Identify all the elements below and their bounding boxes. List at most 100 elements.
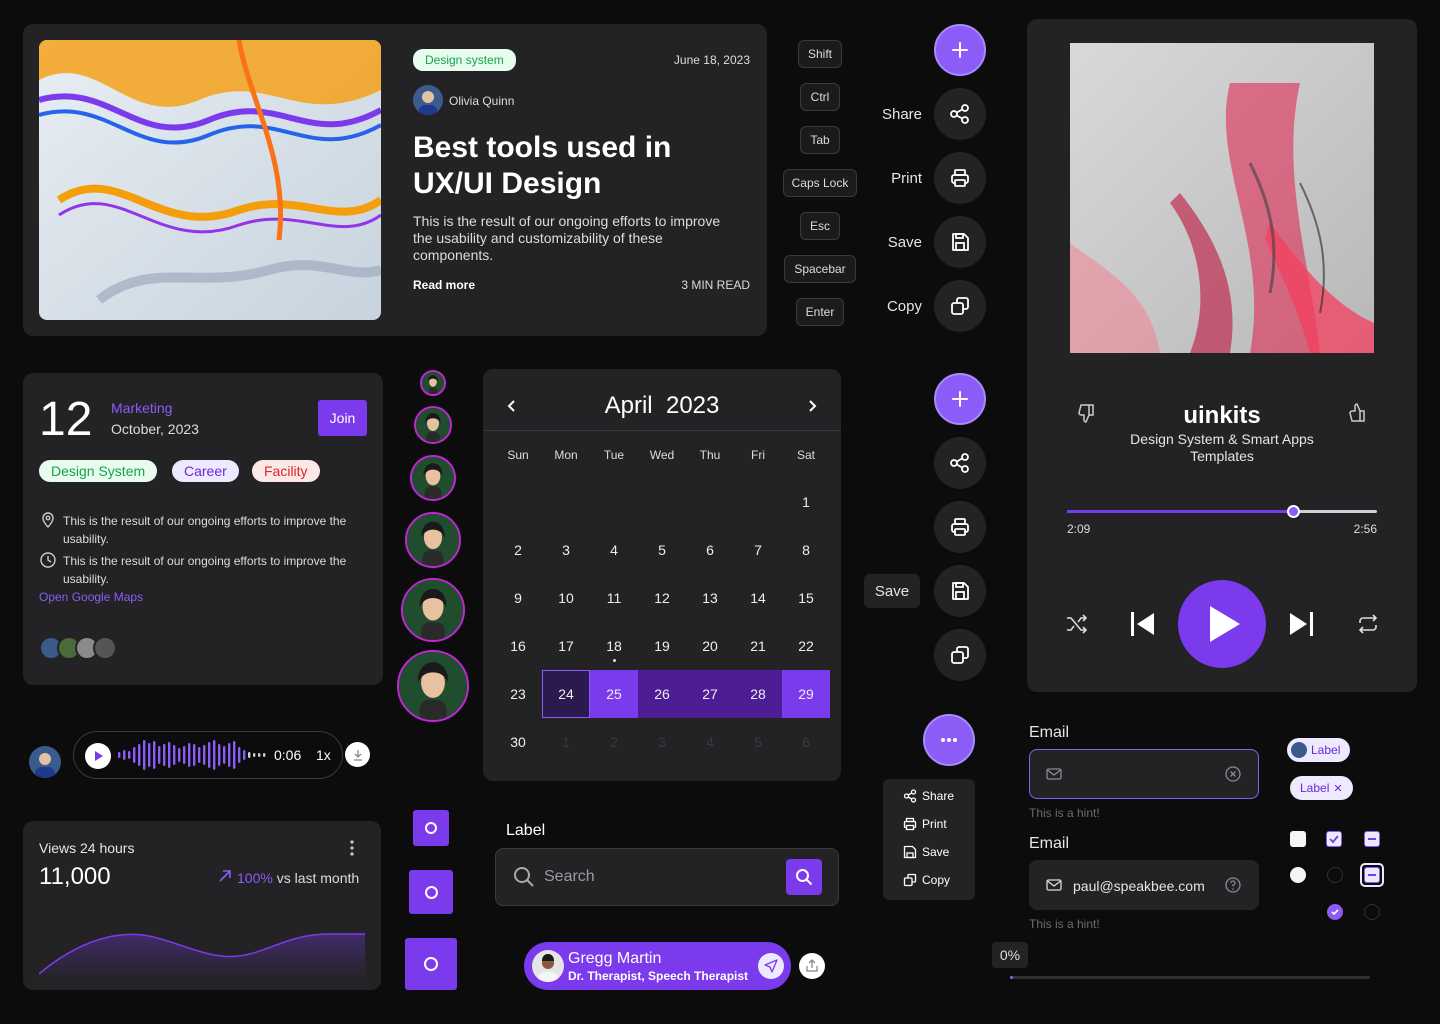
key-esc[interactable]: Esc: [800, 212, 840, 240]
icon-button-sm[interactable]: [413, 810, 449, 846]
tag-design-system[interactable]: Design System: [39, 460, 158, 482]
dislike-button[interactable]: [1076, 402, 1098, 424]
search-submit-button[interactable]: [786, 859, 822, 895]
calendar-day[interactable]: 25: [590, 670, 638, 718]
audio-waveform[interactable]: [118, 738, 268, 772]
calendar-day-next-month: 6: [802, 734, 810, 750]
avatar-md[interactable]: [410, 455, 456, 501]
calendar-day[interactable]: 12: [638, 574, 686, 622]
calendar-day[interactable]: 20: [686, 622, 734, 670]
share-button-2[interactable]: [934, 437, 986, 489]
calendar-day[interactable]: 18: [590, 622, 638, 670]
radio-unchecked[interactable]: [1290, 867, 1306, 883]
calendar-day-range-end[interactable]: 29: [782, 670, 830, 718]
calendar-day[interactable]: 14: [734, 574, 782, 622]
tag-career[interactable]: Career: [172, 460, 239, 482]
audio-download-button[interactable]: [345, 742, 370, 767]
checkbox-unchecked[interactable]: [1290, 831, 1306, 847]
key-enter[interactable]: Enter: [796, 298, 844, 326]
search-input[interactable]: Search: [544, 868, 595, 886]
calendar-day[interactable]: 17: [542, 622, 590, 670]
audio-speed[interactable]: 1x: [316, 747, 331, 763]
views-menu-button[interactable]: [346, 838, 358, 858]
save-button-2[interactable]: [934, 565, 986, 617]
calendar-day[interactable]: 13: [686, 574, 734, 622]
shuffle-button[interactable]: [1065, 612, 1089, 636]
key-spacebar[interactable]: Spacebar: [784, 255, 856, 283]
calendar-day[interactable]: 16: [494, 622, 542, 670]
calendar-day[interactable]: 9: [494, 574, 542, 622]
calendar-day[interactable]: 23: [494, 670, 542, 718]
audio-play-button[interactable]: [85, 743, 111, 769]
calendar-day[interactable]: 8: [782, 526, 830, 574]
more-button[interactable]: [923, 714, 975, 766]
print-button-2[interactable]: [934, 501, 986, 553]
help-icon[interactable]: [1224, 876, 1242, 894]
key-caps-lock[interactable]: Caps Lock: [783, 169, 857, 197]
avatar-xl[interactable]: [401, 578, 465, 642]
repeat-button[interactable]: [1356, 612, 1380, 636]
checkbox-indeterminate-focused[interactable]: [1360, 863, 1384, 887]
print-button[interactable]: [934, 152, 986, 204]
calendar-day[interactable]: 5: [638, 526, 686, 574]
calendar-day[interactable]: 15: [782, 574, 830, 622]
calendar-day[interactable]: 7: [734, 526, 782, 574]
calendar-day[interactable]: 11: [590, 574, 638, 622]
calendar-day[interactable]: 1: [782, 478, 830, 526]
open-maps-link[interactable]: Open Google Maps: [39, 590, 143, 604]
calendar-day[interactable]: 26: [638, 670, 686, 718]
copy-button[interactable]: [934, 280, 986, 332]
checkbox-indeterminate[interactable]: [1364, 831, 1380, 847]
calendar-day-range-start[interactable]: 24: [542, 670, 590, 718]
calendar-day[interactable]: 10: [542, 574, 590, 622]
calendar-next-button[interactable]: [805, 398, 819, 414]
blog-cover-image[interactable]: [39, 40, 381, 320]
calendar-day[interactable]: 19: [638, 622, 686, 670]
copy-button-2[interactable]: [934, 629, 986, 681]
add-button[interactable]: [934, 24, 986, 76]
save-button[interactable]: [934, 216, 986, 268]
calendar-day[interactable]: 6: [686, 526, 734, 574]
avatar-sm[interactable]: [414, 406, 452, 444]
key-ctrl[interactable]: Ctrl: [800, 83, 840, 111]
label-chip-avatar[interactable]: Label: [1287, 738, 1351, 762]
calendar-day[interactable]: 2: [494, 526, 542, 574]
contact-send-button[interactable]: [758, 953, 784, 979]
menu-item-print[interactable]: Print: [903, 817, 947, 831]
checkbox-checked[interactable]: [1326, 831, 1342, 847]
play-button[interactable]: [1178, 580, 1266, 668]
calendar-day[interactable]: 3: [542, 526, 590, 574]
radio-checked[interactable]: [1327, 904, 1343, 920]
menu-item-save[interactable]: Save: [903, 845, 949, 859]
key-shift[interactable]: Shift: [798, 40, 842, 68]
clear-input-button[interactable]: [1224, 765, 1242, 783]
calendar-day[interactable]: 4: [590, 526, 638, 574]
like-button[interactable]: [1347, 402, 1369, 424]
waveform-bar: [148, 743, 151, 767]
calendar-day[interactable]: 21: [734, 622, 782, 670]
calendar-day[interactable]: 27: [686, 670, 734, 718]
read-more-link[interactable]: Read more: [413, 278, 475, 292]
tag-facility[interactable]: Facility: [252, 460, 320, 482]
calendar-day[interactable]: 22: [782, 622, 830, 670]
previous-button[interactable]: [1128, 609, 1158, 639]
add-button-2[interactable]: [934, 373, 986, 425]
join-button[interactable]: Join: [318, 400, 367, 436]
menu-item-share[interactable]: Share: [903, 789, 954, 803]
key-tab[interactable]: Tab: [800, 126, 840, 154]
icon-button-md[interactable]: [409, 870, 453, 914]
contact-share-button[interactable]: [799, 953, 825, 979]
radio-disabled[interactable]: [1327, 867, 1343, 883]
share-button[interactable]: [934, 88, 986, 140]
avatar-xs[interactable]: [420, 370, 446, 396]
icon-button-lg[interactable]: [405, 938, 457, 990]
calendar-day[interactable]: 28: [734, 670, 782, 718]
close-icon[interactable]: ✕: [1333, 782, 1342, 795]
menu-item-copy[interactable]: Copy: [903, 873, 950, 887]
avatar-lg[interactable]: [405, 512, 461, 568]
calendar-day[interactable]: 30: [494, 718, 542, 766]
next-button[interactable]: [1286, 609, 1316, 639]
avatar-2xl[interactable]: [397, 650, 469, 722]
label-chip-removable[interactable]: Label ✕: [1290, 776, 1353, 800]
radio-disabled-2[interactable]: [1364, 904, 1380, 920]
